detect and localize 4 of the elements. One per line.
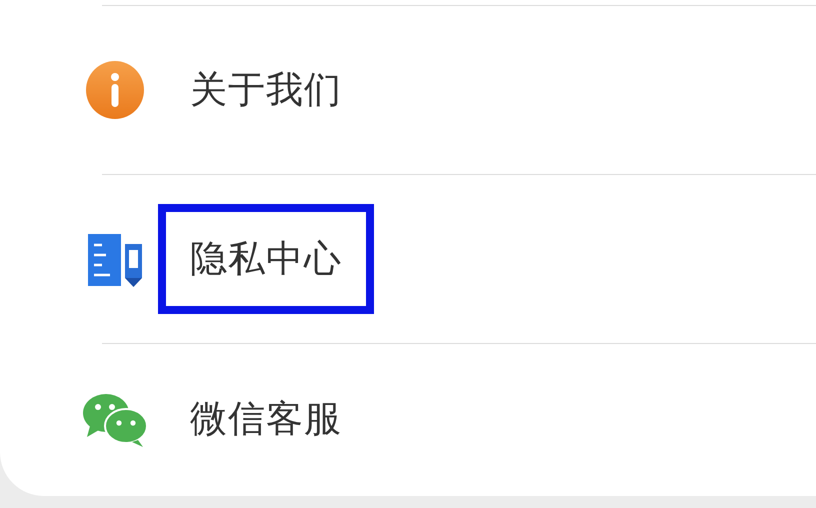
menu-item[interactable]: 微信客服: [158, 364, 374, 474]
menu-item[interactable]: 隐私中心: [158, 204, 374, 314]
info-icon: [84, 59, 146, 121]
menu-item[interactable]: 关于我们: [158, 35, 374, 145]
